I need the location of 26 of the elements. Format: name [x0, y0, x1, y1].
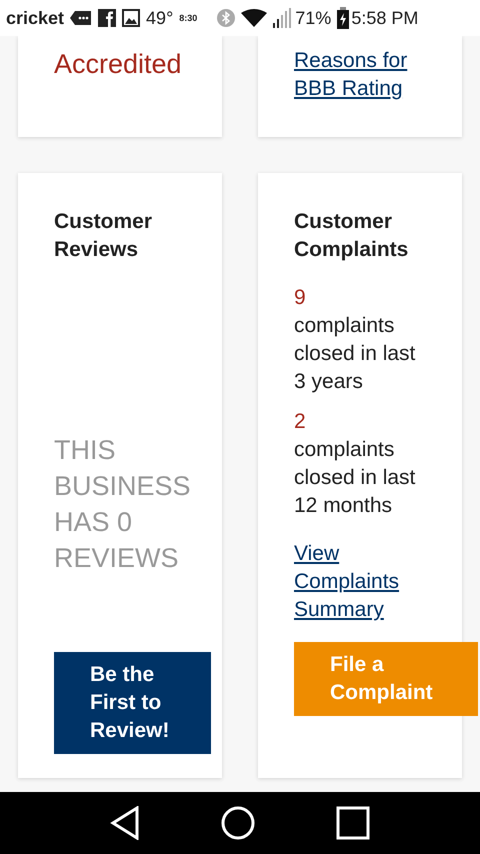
image-icon	[122, 9, 140, 27]
review-button[interactable]: Be the First to Review!	[54, 652, 211, 754]
empty-reviews-message: THIS BUSINESS HAS 0 REVIEWS	[54, 434, 192, 575]
clock-widget: 8:30	[179, 14, 198, 22]
complaints-summary-link[interactable]: View Complaints Summary	[294, 540, 424, 624]
card-title: Customer Reviews	[54, 209, 154, 263]
complaint-count: 9	[294, 285, 307, 311]
complaint-description: complaints closed in last 12 months	[294, 437, 416, 519]
accreditation-status: Accredited	[54, 48, 183, 81]
bluetooth-icon	[217, 9, 236, 27]
carrier-name: cricket	[6, 6, 64, 30]
card-title: Customer Complaints	[294, 209, 410, 263]
rating-reasons-link[interactable]: Reasons for BBB Rating	[294, 47, 434, 103]
wifi-icon	[241, 9, 268, 27]
message-icon	[70, 10, 92, 26]
back-icon[interactable]	[110, 806, 140, 840]
home-icon[interactable]	[220, 806, 255, 840]
clock-time: 5:58 PM	[351, 6, 418, 30]
complaint-count: 2	[294, 409, 307, 435]
recents-icon[interactable]	[336, 806, 370, 840]
complaint-description: complaints closed in last 3 years	[294, 313, 416, 395]
signal-icon	[273, 8, 292, 28]
temperature: 49°	[146, 6, 174, 30]
facebook-icon	[98, 9, 116, 27]
battery-charging-icon	[337, 7, 350, 29]
battery-percent: 71%	[295, 6, 332, 30]
